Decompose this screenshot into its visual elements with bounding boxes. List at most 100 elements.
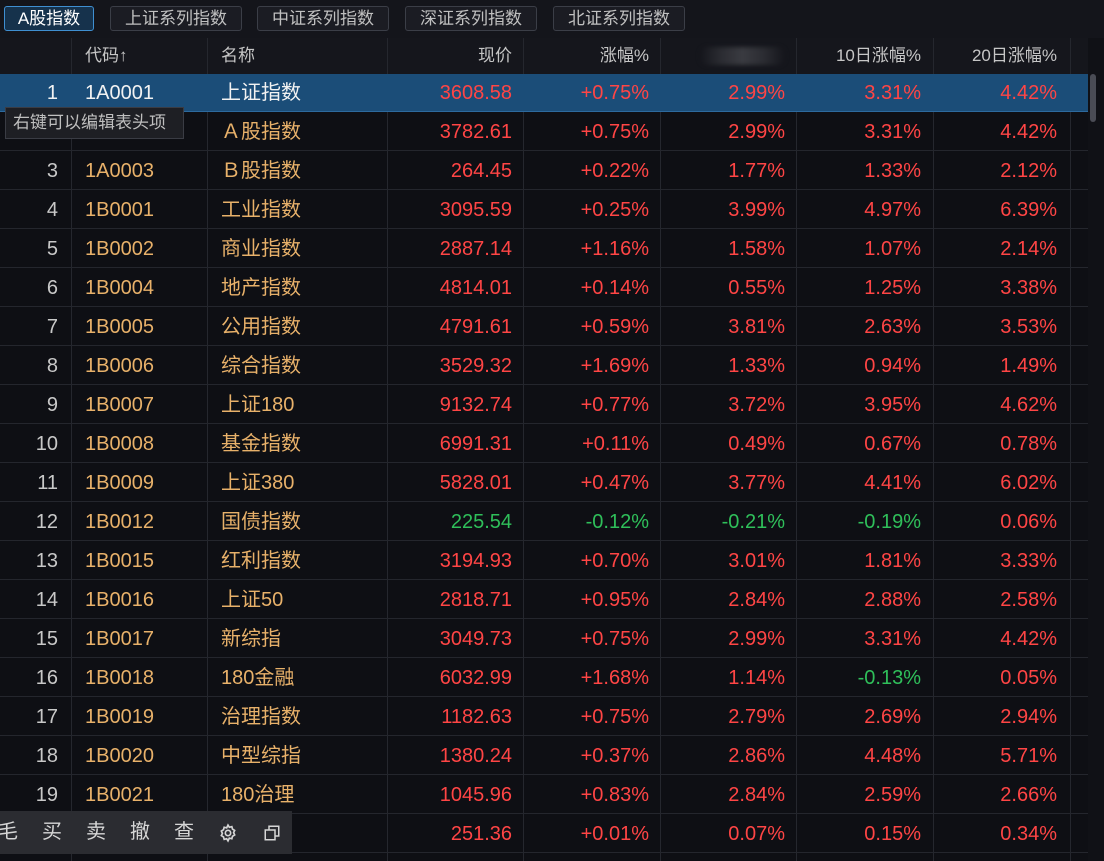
row-index: 7 [46, 316, 58, 338]
index-name: 国债指数 [221, 511, 301, 533]
change-percent: +0.37% [580, 745, 649, 767]
current-price: 3049.73 [439, 628, 512, 650]
change-col5: 1.58% [728, 238, 785, 260]
change-percent: +1.16% [580, 238, 649, 260]
index-name: 综合指数 [221, 355, 301, 377]
table-row[interactable]: 17 1B0019 治理指数 1182.63 +0.75% 2.79% 2.69% 2.94% [0, 698, 1088, 736]
sell-button[interactable]: 卖 [74, 811, 118, 854]
header-price[interactable]: 现价 [390, 38, 512, 74]
index-name: 红利指数 [221, 550, 301, 572]
table-row[interactable]: 14 1B0016 上证50 2818.71 +0.95% 2.84% 2.88% 2.58% [0, 581, 1088, 619]
index-name: 商业指数 [221, 238, 301, 260]
header-change[interactable]: 涨幅% [525, 38, 649, 74]
change-10d: 3.31% [864, 82, 921, 104]
buy-button[interactable]: 买 [30, 811, 74, 854]
change-10d: 2.88% [864, 589, 921, 611]
row-index: 9 [46, 394, 58, 416]
change-col5: 0.49% [728, 433, 785, 455]
header-name[interactable]: 名称 [221, 38, 321, 74]
change-10d: -0.19% [857, 511, 921, 533]
header-change-10d[interactable]: 10日涨幅% [797, 38, 921, 74]
current-price: 3782.61 [439, 121, 512, 143]
settings-button[interactable] [206, 811, 250, 854]
header-code[interactable]: 代码↑ [85, 38, 185, 74]
tab-szse-series-index[interactable]: 深证系列指数 [405, 6, 537, 31]
index-name: 上证380 [221, 472, 295, 494]
tab-a-share-index[interactable]: A股指数 [4, 6, 94, 31]
change-20d: 3.53% [1000, 316, 1057, 338]
change-20d: 2.12% [1000, 160, 1057, 182]
table-row[interactable]: 18 1B0020 中型综指 1380.24 +0.37% 2.86% 4.48% 5.71% [0, 737, 1088, 775]
change-percent: +1.69% [580, 355, 649, 377]
current-price: 6032.99 [439, 667, 512, 689]
row-index: 12 [35, 511, 58, 533]
change-10d: 1.25% [864, 277, 921, 299]
row-index: 18 [35, 745, 58, 767]
index-code: 1A0003 [85, 160, 154, 182]
row-index: 8 [46, 355, 58, 377]
table-row[interactable]: 12 1B0012 国债指数 225.54 -0.12% -0.21% -0.19% 0.06… [0, 503, 1088, 541]
tab-csi-series-index[interactable]: 中证系列指数 [257, 6, 389, 31]
table-row[interactable]: 11 1B0009 上证380 5828.01 +0.47% 3.77% 4.41% 6.02… [0, 464, 1088, 502]
current-price: 264.45 [450, 160, 512, 182]
header-change-20d[interactable]: 20日涨幅% [935, 38, 1057, 74]
index-name: 上证指数 [221, 82, 301, 104]
change-10d: 4.48% [864, 745, 921, 767]
index-name: 上证180 [221, 394, 295, 416]
change-percent: +1.68% [580, 667, 649, 689]
index-code: 1B0005 [85, 316, 154, 338]
change-percent: +0.14% [580, 277, 649, 299]
current-price: 3095.59 [439, 199, 512, 221]
tab-sse-series-index[interactable]: 上证系列指数 [110, 6, 242, 31]
table-row[interactable]: 10 1B0008 基金指数 6991.31 +0.11% 0.49% 0.67% 0.78% [0, 425, 1088, 463]
current-price: 2818.71 [439, 589, 512, 611]
change-percent: +0.01% [580, 823, 649, 845]
row-index: 6 [46, 277, 58, 299]
tab-bse-series-index[interactable]: 北证系列指数 [553, 6, 685, 31]
change-col5: 2.84% [728, 589, 785, 611]
change-20d: 0.05% [1000, 667, 1057, 689]
change-percent: +0.70% [580, 550, 649, 572]
change-col5: 2.84% [728, 784, 785, 806]
table-row[interactable]: 15 1B0017 新综指 3049.73 +0.75% 2.99% 3.31% 4.42% [0, 620, 1088, 658]
toolbar-partial-button[interactable]: 毛 [0, 811, 30, 854]
row-index: 3 [46, 160, 58, 182]
change-percent: +0.95% [580, 589, 649, 611]
vertical-scrollbar[interactable] [1088, 38, 1104, 861]
change-percent: +0.75% [580, 121, 649, 143]
change-10d: 2.59% [864, 784, 921, 806]
index-code: 1B0008 [85, 433, 154, 455]
table-row[interactable]: 5 1B0002 商业指数 2887.14 +1.16% 1.58% 1.07% 2.14% [0, 230, 1088, 268]
current-price: 1380.24 [439, 745, 512, 767]
change-col5: 1.14% [728, 667, 785, 689]
change-col5: 3.99% [728, 199, 785, 221]
change-col5: 1.77% [728, 160, 785, 182]
cancel-order-button[interactable]: 撤 [118, 811, 162, 854]
change-col5: 1.33% [728, 355, 785, 377]
table-row[interactable]: 7 1B0005 公用指数 4791.61 +0.59% 3.81% 2.63% 3.53% [0, 308, 1088, 346]
table-row[interactable]: 19 1B0021 180治理 1045.96 +0.83% 2.84% 2.59% 2.66… [0, 776, 1088, 814]
index-code: 1B0012 [85, 511, 154, 533]
index-name: 治理指数 [221, 706, 301, 728]
table-row[interactable]: 16 1B0018 180金融 6032.99 +1.68% 1.14% -0.13% 0.0… [0, 659, 1088, 697]
change-col5: 2.79% [728, 706, 785, 728]
header-col5-obscured[interactable] [700, 47, 785, 65]
table-row[interactable]: 13 1B0015 红利指数 3194.93 +0.70% 3.01% 1.81% 3.33% [0, 542, 1088, 580]
table-row[interactable]: 8 1B0006 综合指数 3529.32 +1.69% 1.33% 0.94% 1.49% [0, 347, 1088, 385]
index-name: 中型综指 [221, 745, 301, 767]
change-20d: 2.14% [1000, 238, 1057, 260]
table-row[interactable]: 6 1B0004 地产指数 4814.01 +0.14% 0.55% 1.25% 3.38% [0, 269, 1088, 307]
table-row[interactable]: 3 1A0003 Ｂ股指数 264.45 +0.22% 1.77% 1.33% 2.12% [0, 152, 1088, 190]
change-col5: 3.81% [728, 316, 785, 338]
query-button[interactable]: 查 [162, 811, 206, 854]
current-price: 5828.01 [439, 472, 512, 494]
quick-trade-toolbar: 毛 买 卖 撤 查 [0, 811, 292, 854]
table-row[interactable]: 9 1B0007 上证180 9132.74 +0.77% 3.72% 3.95% 4.62% [0, 386, 1088, 424]
current-price: 4814.01 [439, 277, 512, 299]
table-row[interactable]: 4 1B0001 工业指数 3095.59 +0.25% 3.99% 4.97% 6.39% [0, 191, 1088, 229]
window-restore-button[interactable] [250, 811, 294, 854]
index-code: 1B0017 [85, 628, 154, 650]
scrollbar-thumb[interactable] [1090, 74, 1096, 122]
row-index: 17 [35, 706, 58, 728]
change-20d: 0.34% [1000, 823, 1057, 845]
